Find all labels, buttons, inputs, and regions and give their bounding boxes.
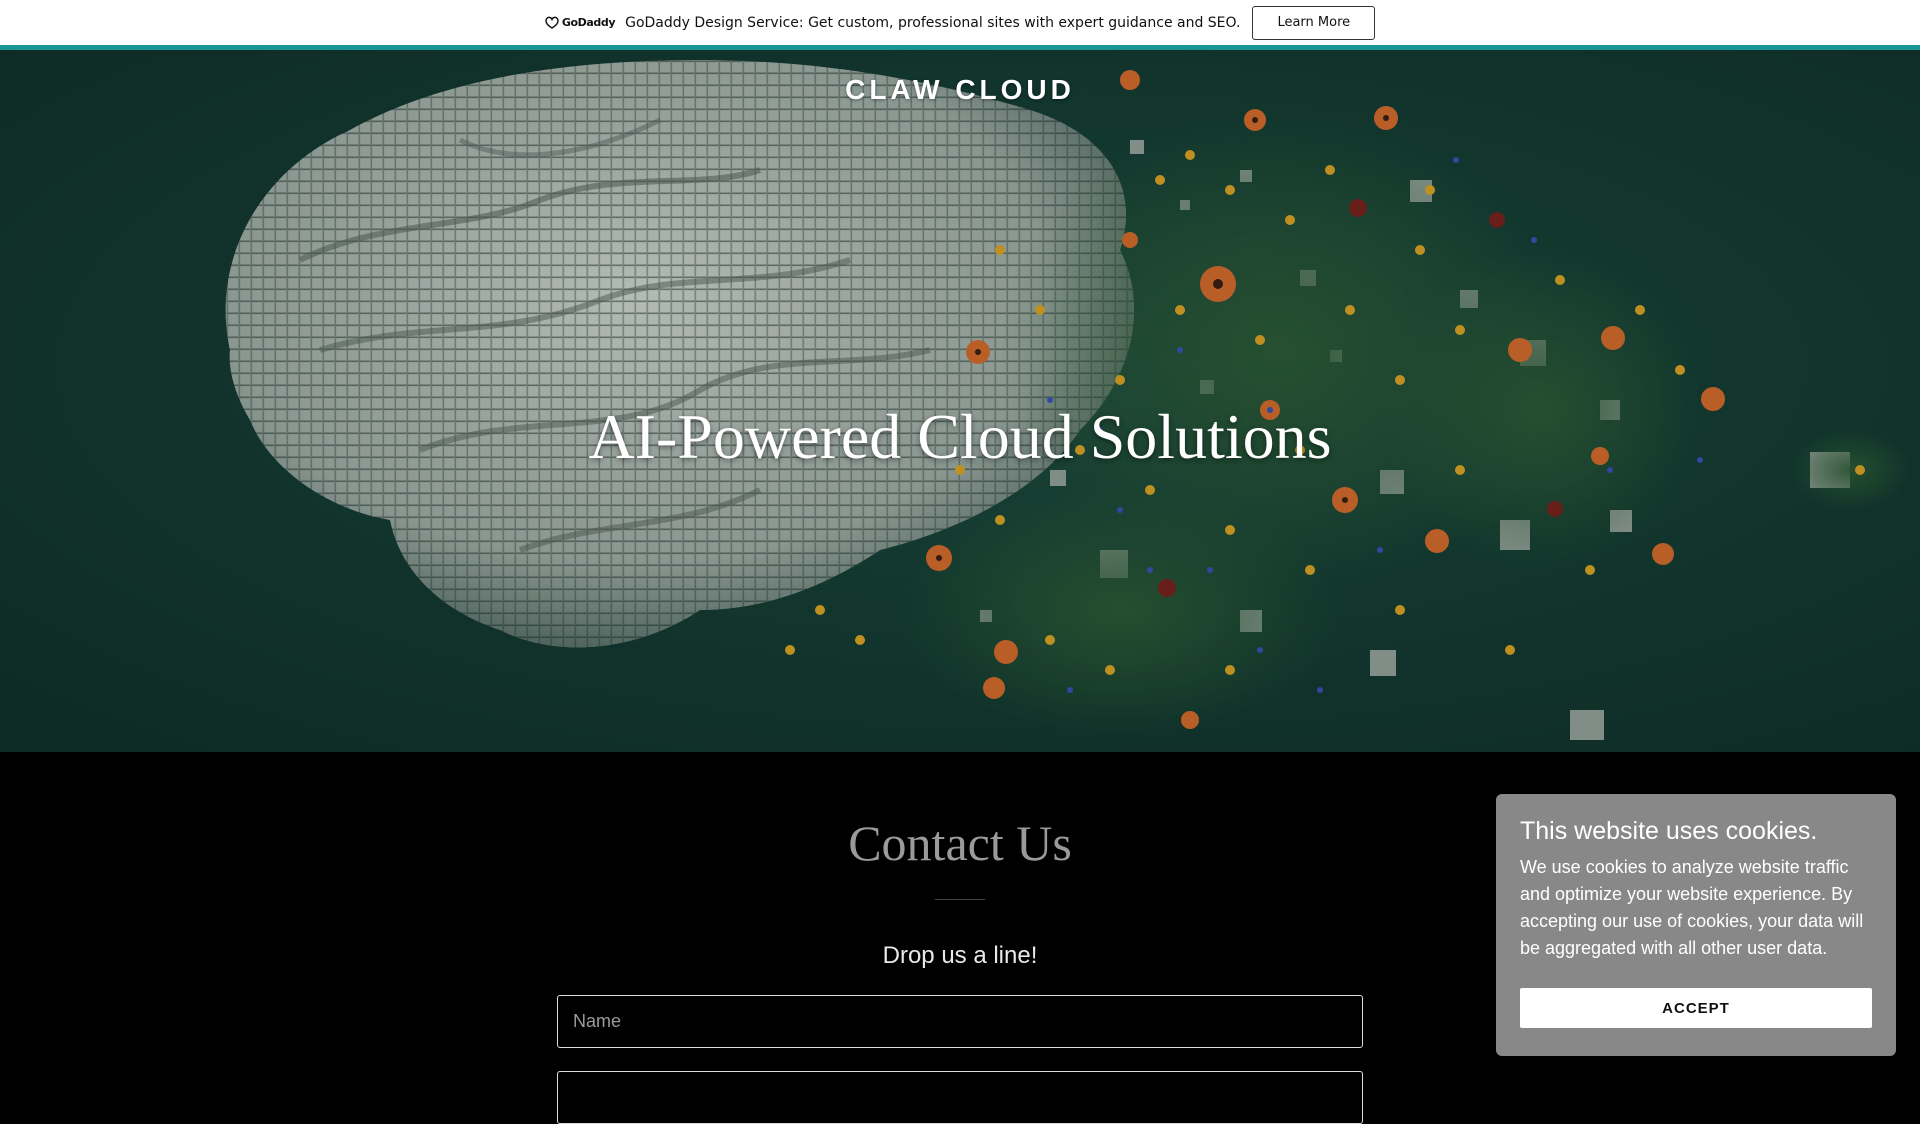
next-form-field[interactable] bbox=[557, 1071, 1363, 1124]
promo-bar: GoDaddy GoDaddy Design Service: Get cust… bbox=[0, 0, 1920, 45]
godaddy-logo-text: GoDaddy bbox=[561, 16, 616, 29]
godaddy-logo[interactable]: GoDaddy bbox=[545, 16, 616, 29]
promo-message: GoDaddy Design Service: Get custom, prof… bbox=[625, 14, 1241, 31]
cookie-banner: This website uses cookies. We use cookie… bbox=[1496, 794, 1896, 1056]
section-divider bbox=[935, 899, 985, 900]
name-input[interactable] bbox=[557, 995, 1363, 1048]
hero-section: CLAW CLOUD AI-Powered Cloud Solutions bbox=[0, 50, 1920, 752]
learn-more-button[interactable]: Learn More bbox=[1252, 5, 1376, 40]
cookie-message: We use cookies to analyze website traffi… bbox=[1520, 857, 1864, 958]
godaddy-logo-icon bbox=[545, 16, 559, 29]
hero-heading: AI-Powered Cloud Solutions bbox=[588, 401, 1332, 472]
accept-cookies-button[interactable]: ACCEPT bbox=[1520, 988, 1872, 1028]
cookie-title: This website uses cookies. bbox=[1520, 817, 1818, 845]
site-title[interactable]: CLAW CLOUD bbox=[0, 74, 1920, 106]
